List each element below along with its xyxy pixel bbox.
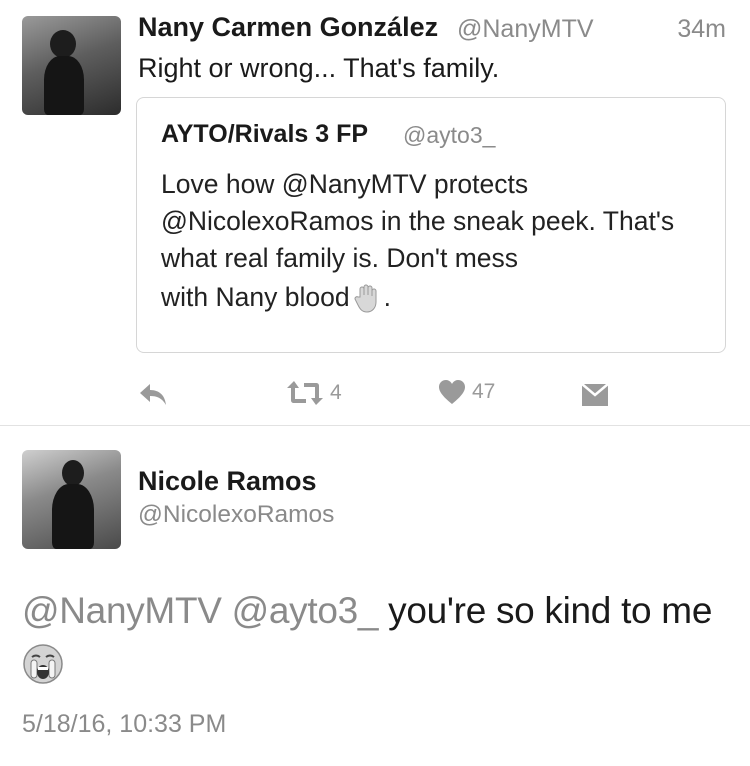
reply-button[interactable] xyxy=(138,380,168,408)
crying-face-icon xyxy=(22,643,64,685)
tweet-body: you're so kind to me xyxy=(378,590,713,631)
quoted-author-name: AYTO/Rivals 3 FP xyxy=(161,120,369,148)
author-name[interactable]: Nicole Ramos xyxy=(138,466,317,497)
retweet-button[interactable]: 4 xyxy=(286,379,342,407)
reply-icon xyxy=(140,384,166,405)
avatar-nany[interactable] xyxy=(22,16,121,115)
quoted-author-handle: @ayto3_ xyxy=(403,122,496,148)
author-name[interactable]: Nany Carmen González xyxy=(138,12,438,43)
direct-message-button[interactable] xyxy=(580,382,610,408)
retweet-count: 4 xyxy=(330,381,342,404)
author-handle[interactable]: @NicolexoRamos xyxy=(138,501,334,529)
quoted-tweet-text: Love how @NanyMTV protects @NicolexoRamo… xyxy=(161,169,675,273)
envelope-icon xyxy=(581,383,609,406)
quoted-tweet-last-line-text: with Nany blood xyxy=(161,282,350,312)
raised-hand-icon xyxy=(354,283,380,313)
tweet-divider xyxy=(0,425,750,426)
retweet-icon xyxy=(287,381,323,405)
tweet-mentions[interactable]: @NanyMTV @ayto3_ xyxy=(22,590,378,631)
quoted-tweet-period: . xyxy=(383,282,391,312)
tweet-text: @NanyMTV @ayto3_ you're so kind to me xyxy=(22,590,712,632)
like-button[interactable]: 47 xyxy=(438,379,495,405)
quoted-tweet[interactable]: AYTO/Rivals 3 FP @ayto3_ Love how @NanyM… xyxy=(136,97,726,353)
timestamp: 34m xyxy=(677,15,726,43)
avatar-nicole[interactable] xyxy=(22,450,121,549)
author-handle[interactable]: @NanyMTV xyxy=(457,15,594,44)
tweet-text: Right or wrong... That's family. xyxy=(138,53,500,83)
tweet-date: 5/18/16, 10:33 PM xyxy=(22,710,227,738)
like-count: 47 xyxy=(472,380,496,403)
quoted-tweet-last-line: with Nany blood . xyxy=(161,282,391,313)
heart-icon xyxy=(439,380,465,404)
